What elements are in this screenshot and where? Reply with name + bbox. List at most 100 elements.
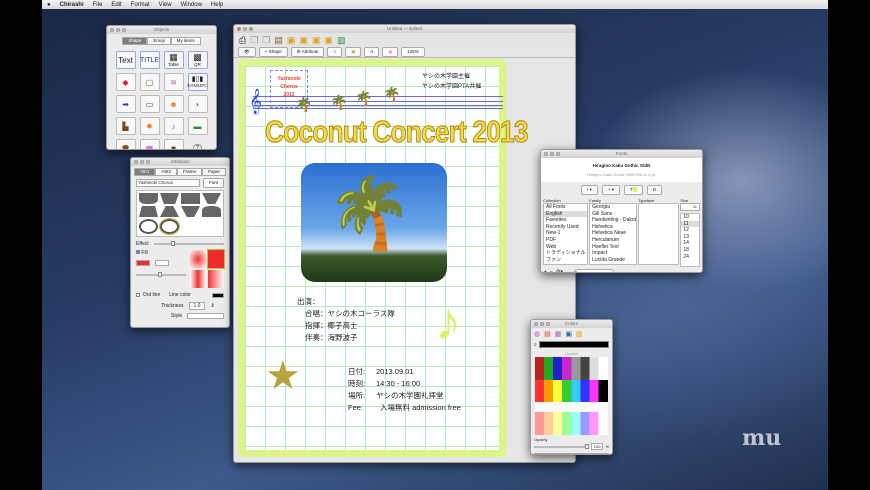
treble-clef-icon[interactable]: 𝄞	[249, 88, 262, 114]
ungroup-icon[interactable]: ▣	[324, 35, 333, 46]
strikethrough-button[interactable]: + ▾	[601, 185, 620, 195]
music-note-icon[interactable]: ♪	[163, 117, 184, 135]
document-color-button[interactable]: D	[646, 185, 662, 195]
color-palettes-icon[interactable]: ▦	[555, 330, 562, 338]
flower-icon[interactable]: ✹	[139, 117, 160, 135]
fill-color2-swatch[interactable]	[155, 260, 169, 266]
style-select[interactable]	[187, 313, 224, 319]
opacity-field[interactable]: 100	[590, 443, 604, 450]
palm-tree-icon[interactable]: 🌴	[383, 86, 400, 103]
line-color-swatch[interactable]	[212, 292, 224, 298]
shape-button[interactable]: + Shape	[258, 46, 288, 57]
tab-my-items[interactable]: My items	[170, 37, 201, 45]
crayons-icon[interactable]: ▥	[576, 330, 583, 338]
color-sliders-icon[interactable]: ▤	[544, 330, 551, 338]
headline[interactable]: Coconut Concert 2013	[265, 114, 529, 150]
menu-app[interactable]: Chirashi	[60, 2, 84, 8]
callout-icon[interactable]: ▭	[139, 95, 160, 113]
opacity-slider[interactable]	[534, 443, 589, 449]
color-wheel-icon[interactable]: ◍	[382, 46, 399, 57]
shapes-icon[interactable]: ◆	[115, 73, 136, 91]
palm-tree-icon[interactable]: 🌴	[330, 94, 347, 111]
object-table[interactable]: ▦ Table	[163, 51, 184, 69]
object-text[interactable]: Text	[115, 51, 136, 69]
thickness-stepper[interactable]: ⇕	[210, 303, 214, 309]
fill-slider[interactable]	[136, 272, 186, 277]
size-field[interactable]: 11	[680, 203, 700, 211]
pot-icon[interactable]: ▆	[139, 139, 160, 149]
print-icon[interactable]: ⎙	[239, 35, 246, 46]
star-shape[interactable]: ★	[265, 356, 301, 396]
music-note-icon[interactable]: ♪	[435, 296, 461, 348]
font-search-field[interactable]: ⌕	[573, 269, 614, 272]
menu-view[interactable]: View	[159, 2, 172, 8]
paste-icon[interactable]: ❐	[262, 35, 270, 46]
fill-color-swatch[interactable]	[136, 260, 150, 266]
lines-icon[interactable]: ≋	[163, 73, 184, 91]
frame-icon[interactable]: ▢	[139, 73, 160, 91]
tab-shape[interactable]: Shape	[122, 37, 148, 45]
tab-attr1[interactable]: Attr1	[133, 168, 156, 176]
thickness-field[interactable]: 1.0	[188, 302, 206, 310]
apple-menu-icon[interactable]: ●	[47, 2, 51, 8]
align-icon[interactable]: ≡	[327, 46, 343, 57]
palm-tree-icon[interactable]: 🌴	[355, 90, 372, 107]
action-menu-button[interactable]: ⚙▾	[556, 269, 563, 272]
clipboard-icon[interactable]: ▤	[274, 35, 283, 46]
bring-front-icon[interactable]: ▣	[287, 35, 296, 46]
magnifier-icon[interactable]: ⌕	[534, 342, 537, 348]
menu-help[interactable]: Help	[211, 2, 223, 8]
family-list[interactable]: Georgia Gill Sans Handwriting - Dakota Helv…	[589, 203, 638, 265]
color-swatches[interactable]	[534, 453, 609, 454]
outline-checkbox[interactable]	[136, 293, 140, 297]
preview-button[interactable]: 👁	[238, 46, 256, 57]
paper-icon[interactable]: ▣	[345, 46, 362, 57]
text-field[interactable]: Yashinoki Chorus	[136, 179, 200, 187]
help-button[interactable]: ?	[188, 139, 208, 149]
add-collection-button[interactable]: +	[544, 269, 547, 272]
arrow-icon[interactable]: ➡	[115, 95, 136, 113]
tab-paper[interactable]: Paper	[202, 168, 227, 176]
font-icon[interactable]: A	[364, 46, 380, 57]
fill-checkbox[interactable]	[136, 250, 140, 254]
flyer-canvas[interactable]: Yashinoki Chorus 2013 ヤシの木学園主催 ヤシの木学園PTA…	[238, 59, 529, 457]
text-color-button[interactable]: T	[623, 185, 643, 195]
font-button[interactable]: Font	[202, 178, 224, 188]
fish-icon[interactable]: ◗	[187, 95, 208, 113]
remove-collection-button[interactable]: −	[550, 269, 553, 272]
menu-format[interactable]: Format	[131, 2, 150, 8]
collection-list[interactable]: All Fonts English Favorites Recently Used Ne…	[543, 203, 589, 265]
tab-attr2[interactable]: Attr2	[155, 168, 177, 176]
color-wheel-icon[interactable]: ◍	[534, 330, 540, 338]
character-icon[interactable]: ☻	[163, 95, 184, 113]
image-palettes-icon[interactable]: ▣	[565, 330, 572, 338]
tab-emoji[interactable]: Emoji	[147, 37, 171, 45]
crayon-box[interactable]	[535, 357, 608, 435]
object-title[interactable]: TITLE	[139, 51, 160, 69]
text-shape-picker[interactable]	[136, 190, 224, 237]
object-barcode[interactable]: ▮▯▮ EAN/UPC	[187, 73, 208, 91]
size-list[interactable]: 10 11 12 13 14 18 24	[680, 213, 700, 267]
trash-icon[interactable]: ▥	[337, 35, 346, 46]
tab-frame[interactable]: Frame	[177, 168, 203, 176]
bag-icon[interactable]: ■	[163, 139, 184, 149]
current-color-well[interactable]	[538, 341, 609, 348]
menu-window[interactable]: Window	[181, 2, 202, 8]
blimp-icon[interactable]: ⬬	[115, 139, 136, 149]
car-icon[interactable]: ▬	[187, 117, 208, 135]
palm-tree-icon[interactable]: 🌴	[295, 96, 312, 113]
group-icon[interactable]: ▣	[312, 35, 321, 46]
send-back-icon[interactable]: ▣	[299, 35, 308, 46]
copy-icon[interactable]: ❐	[250, 35, 258, 46]
zoom-field[interactable]: 125%	[401, 46, 425, 57]
typeface-list[interactable]	[638, 203, 680, 265]
boot-icon[interactable]: ▙	[115, 117, 136, 135]
palm-beach-photo[interactable]: 🌴	[301, 163, 447, 282]
menu-edit[interactable]: Edit	[111, 2, 121, 8]
fill-style-picker[interactable]	[189, 249, 226, 288]
object-qr[interactable]: ▩ QR	[187, 51, 208, 69]
attribute-button[interactable]: ⚙ Attribute	[290, 46, 325, 57]
menu-file[interactable]: File	[93, 2, 103, 8]
text-underline-button[interactable]: I ▾	[581, 185, 598, 195]
effect-slider[interactable]	[153, 241, 224, 246]
